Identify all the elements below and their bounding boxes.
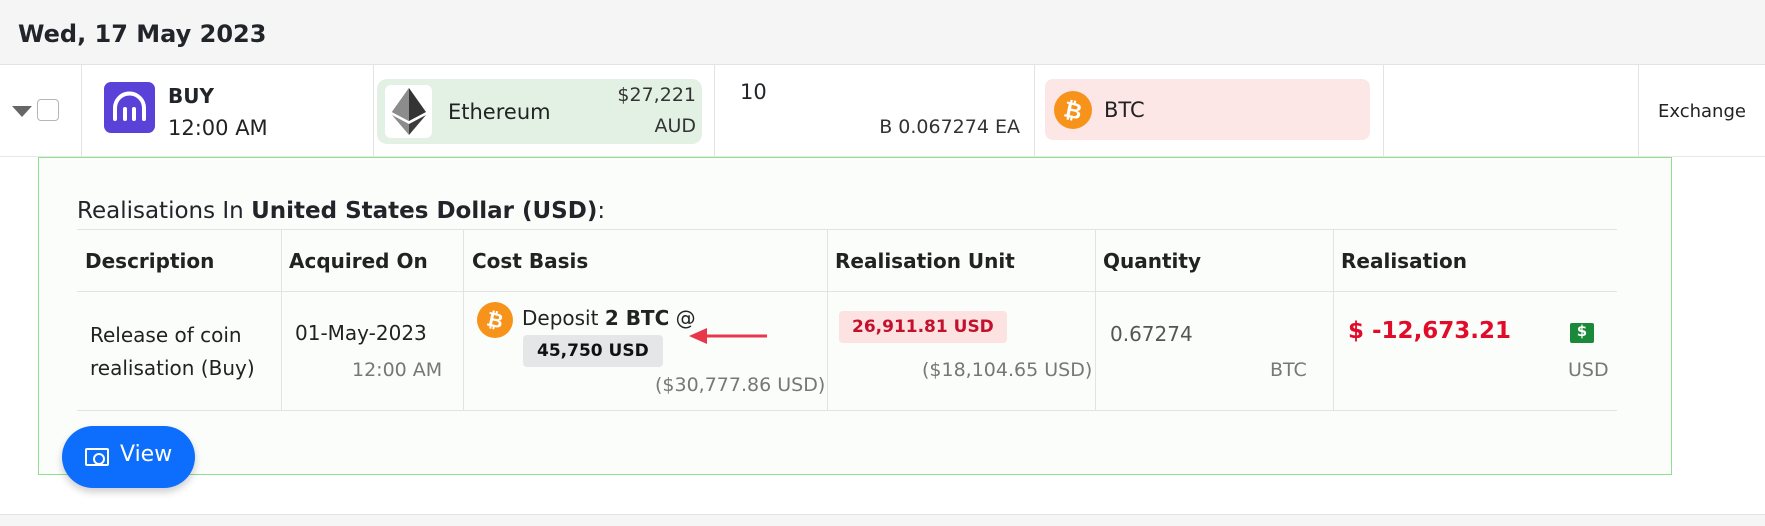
realisation-unit-badge: 26,911.81 USD (839, 311, 1007, 343)
description-line1: Release of coin (90, 323, 242, 347)
transaction-type: BUY (168, 84, 214, 108)
cost-basis-price-badge: 45,750 USD (523, 335, 663, 367)
table-border (77, 291, 1617, 292)
realisation-unit-label: USD (1568, 359, 1609, 381)
transaction-row[interactable]: BUY 12:00 AM Ethereum $27,221 AUD 10 B 0… (0, 65, 1765, 157)
exchange-logo-icon (104, 82, 155, 133)
quantity-value: 0.67274 (1110, 322, 1193, 346)
quantity-unit: BTC (1270, 359, 1307, 381)
source-label: Exchange (1658, 101, 1746, 122)
column-header-acquired-on: Acquired On (289, 249, 428, 273)
table-border (77, 410, 1617, 411)
acquired-time: 12:00 AM (352, 359, 443, 381)
bitcoin-icon: ₿ (477, 302, 513, 338)
acquired-date: 01-May-2023 (295, 321, 427, 345)
counter-coin-chip[interactable]: ₿ BTC (1045, 79, 1370, 140)
column-divider (1638, 65, 1639, 157)
counter-coin-label: BTC (1104, 98, 1145, 122)
ethereum-icon (385, 85, 432, 138)
view-button[interactable]: View (62, 426, 195, 488)
table-divider (463, 229, 464, 411)
view-button-label: View (120, 442, 173, 467)
table-border (77, 229, 1617, 230)
coin-chip[interactable]: Ethereum $27,221 AUD (377, 79, 702, 144)
table-divider (1333, 229, 1334, 411)
table-divider (827, 229, 828, 411)
cost-basis-deposit: Deposit 2 BTC @ (522, 306, 696, 330)
column-header-description: Description (85, 249, 215, 273)
column-divider (81, 65, 82, 157)
column-divider (373, 65, 374, 157)
row-select-checkbox[interactable] (37, 99, 59, 121)
coin-currency: AUD (654, 115, 696, 137)
realisations-currency: United States Dollar (USD) (251, 198, 598, 224)
expand-caret-icon[interactable] (12, 106, 32, 117)
bitcoin-icon: ₿ (1054, 91, 1092, 129)
description-line2: realisation (Buy) (90, 356, 255, 380)
column-divider (714, 65, 715, 157)
column-header-realisation: Realisation (1341, 249, 1467, 273)
realisation-value: $ -12,673.21 (1348, 318, 1512, 344)
transaction-quantity: 10 (740, 80, 767, 104)
bottom-divider (0, 514, 1765, 526)
date-header: Wed, 17 May 2023 (0, 0, 1765, 65)
cost-basis-total: ($30,777.86 USD) (655, 374, 826, 396)
arrow-left-icon (689, 328, 767, 344)
coin-name: Ethereum (448, 100, 551, 124)
table-divider (1095, 229, 1096, 411)
column-divider (1383, 65, 1384, 157)
transaction-time: 12:00 AM (168, 116, 268, 140)
realisations-title: Realisations In United States Dollar (US… (77, 198, 606, 224)
money-bill-icon (85, 448, 109, 466)
table-divider (281, 229, 282, 411)
realisation-panel: Realisations In United States Dollar (US… (38, 157, 1672, 475)
realisation-unit-total: ($18,104.65 USD) (922, 359, 1093, 381)
column-header-cost-basis: Cost Basis (472, 249, 589, 273)
column-header-realisation-unit: Realisation Unit (835, 249, 1015, 273)
realisations-table: Description Acquired On Cost Basis Reali… (77, 229, 1617, 411)
column-header-quantity: Quantity (1103, 249, 1201, 273)
money-bill-icon (1570, 322, 1594, 343)
transaction-quantity-sub: B 0.067274 EA (879, 116, 1020, 138)
column-divider (1034, 65, 1035, 157)
coin-price: $27,221 (617, 84, 696, 106)
